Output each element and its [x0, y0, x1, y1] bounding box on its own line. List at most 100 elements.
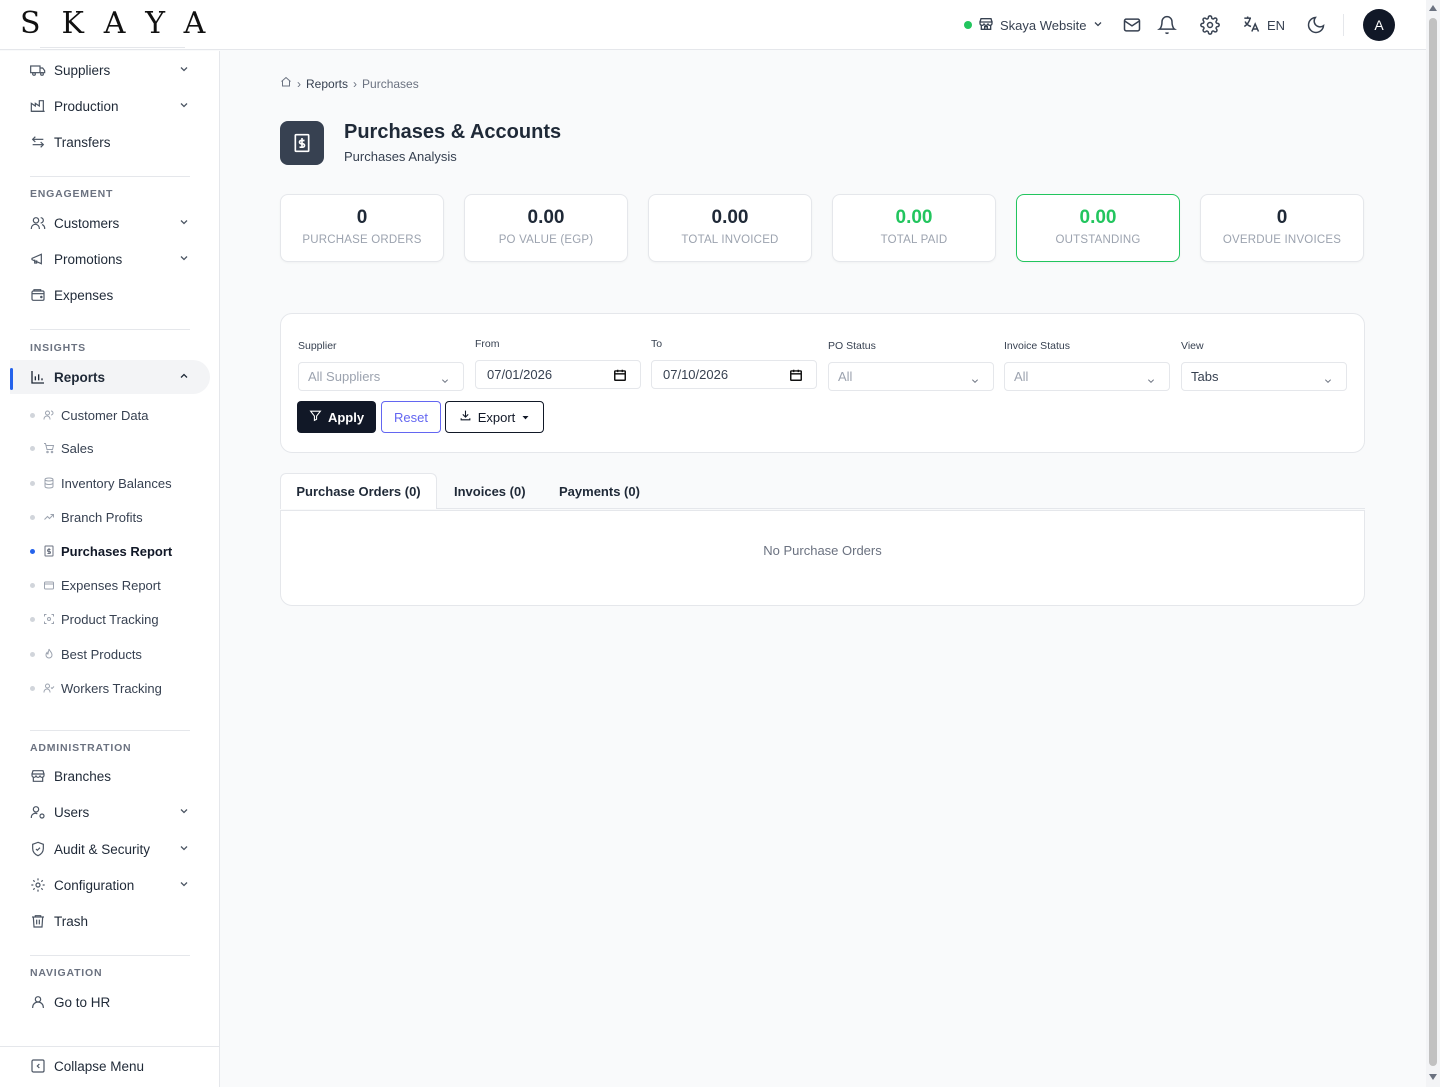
stat-card-total-paid: 0.00 TOTAL PAID [832, 194, 996, 262]
sidebar-item-label: Expenses [54, 287, 114, 303]
collapse-menu-button[interactable]: Collapse Menu [10, 1049, 210, 1083]
store-selector[interactable]: Skaya Website [964, 13, 1104, 37]
sidebar-footer-divider [0, 1046, 219, 1047]
invoice-status-label: Invoice Status [1004, 340, 1070, 352]
avatar[interactable]: A [1363, 9, 1395, 41]
sidebar-subitem-workers-tracking[interactable]: Workers Tracking [30, 677, 162, 699]
bullet [30, 685, 35, 691]
stat-value: 0 [1276, 207, 1288, 228]
bullet [30, 445, 35, 451]
caret-down-icon [521, 410, 530, 425]
sidebar-item-promotions[interactable]: Promotions [10, 242, 210, 276]
sidebar-item-expenses[interactable]: Expenses [10, 278, 210, 312]
bullet [30, 616, 35, 622]
mail-icon[interactable] [1120, 13, 1144, 37]
stat-card-outstanding: 0.00 OUTSTANDING [1016, 194, 1180, 262]
gear-icon[interactable] [1198, 13, 1222, 37]
gear-icon [30, 877, 46, 893]
sidebar-item-trash[interactable]: Trash [10, 904, 210, 938]
to-date-value: 07/10/2026 [663, 367, 729, 382]
sidebar-item-transfers[interactable]: Transfers [10, 125, 210, 159]
po-status-value: All [838, 369, 853, 384]
scroll-down-arrow[interactable] [1429, 1074, 1437, 1080]
po-status-label: PO Status [828, 340, 876, 352]
stat-label: PURCHASE ORDERS [302, 234, 422, 246]
supplier-select[interactable]: All Suppliers [298, 362, 464, 391]
sidebar-subitem-purchases-report[interactable]: Purchases Report [30, 540, 172, 562]
tab-payments[interactable]: Payments (0) [559, 473, 640, 509]
sidebar-item-customers[interactable]: Customers [10, 206, 210, 240]
sidebar-item-reports[interactable]: Reports [10, 360, 210, 394]
breadcrumb-reports[interactable]: Reports [306, 77, 348, 91]
sidebar-item-label: Audit & Security [54, 841, 151, 857]
sidebar-subitem-best-products[interactable]: Best Products [30, 643, 142, 665]
stat-label: TOTAL INVOICED [681, 234, 779, 246]
sidebar-item-suppliers[interactable]: Suppliers [10, 53, 210, 87]
chevron-down-icon [178, 878, 190, 890]
supplier-value: All Suppliers [308, 369, 381, 384]
language-selector[interactable]: EN [1241, 13, 1285, 37]
page-scrollbar[interactable] [1426, 0, 1440, 1087]
language-code: EN [1267, 17, 1286, 33]
sidebar-item-label: Go to HR [54, 994, 111, 1010]
stat-value: 0.00 [895, 207, 933, 228]
subitem-label: Branch Profits [61, 509, 143, 525]
to-date-input[interactable]: 07/10/2026 [651, 360, 817, 389]
sidebar-subitem-inventory-balances[interactable]: Inventory Balances [30, 472, 172, 494]
stat-card-overdue-invoices: 0 OVERDUE INVOICES [1200, 194, 1364, 262]
sidebar-subitem-sales[interactable]: Sales [30, 437, 94, 459]
bell-icon[interactable] [1155, 13, 1179, 37]
cart-icon [43, 442, 55, 454]
chevron-down-icon [178, 63, 190, 75]
trash-icon [30, 913, 46, 929]
invoice-status-select[interactable]: All [1004, 362, 1170, 391]
tab-invoices[interactable]: Invoices (0) [454, 473, 526, 509]
sidebar-item-configuration[interactable]: Configuration [10, 868, 210, 902]
stat-value: 0.00 [711, 207, 749, 228]
view-select[interactable]: Tabs [1181, 362, 1347, 391]
chevron-down-icon [1324, 373, 1332, 384]
stat-label: OUTSTANDING [1055, 234, 1141, 246]
sidebar-divider [30, 329, 190, 330]
export-label: Export [477, 409, 516, 425]
sidebar-item-production[interactable]: Production [10, 89, 210, 123]
tab-purchase-orders[interactable]: Purchase Orders (0) [280, 473, 437, 509]
scroll-thumb[interactable] [1429, 18, 1437, 1066]
home-icon[interactable] [280, 76, 292, 91]
apply-button[interactable]: Apply [297, 401, 376, 433]
bullet [30, 480, 35, 486]
subitem-label: Customer Data [61, 407, 149, 423]
moon-icon[interactable] [1304, 13, 1328, 37]
sidebar-item-go-to-hr[interactable]: Go to HR [10, 985, 210, 1019]
calendar-icon[interactable] [613, 368, 627, 382]
sidebar-item-branches[interactable]: Branches [10, 759, 210, 793]
sidebar-item-users[interactable]: Users [10, 795, 210, 829]
shield-icon [30, 841, 46, 857]
from-date-input[interactable]: 07/01/2026 [475, 360, 641, 389]
sidebar-item-audit-security[interactable]: Audit & Security [10, 832, 210, 866]
sidebar-subitem-branch-profits[interactable]: Branch Profits [30, 506, 143, 528]
calendar-icon[interactable] [789, 368, 803, 382]
chevron-down-icon [178, 842, 190, 854]
sidebar-subitem-product-tracking[interactable]: Product Tracking [30, 608, 159, 630]
view-label: View [1181, 340, 1204, 352]
brand-logo[interactable]: SKAYA [20, 6, 226, 41]
sidebar-subitem-customer-data[interactable]: Customer Data [30, 404, 148, 426]
po-status-select[interactable]: All [828, 362, 994, 391]
sidebar-item-label: Configuration [54, 877, 135, 893]
scroll-up-arrow[interactable] [1429, 5, 1437, 11]
logo-divider [40, 47, 185, 48]
export-button[interactable]: Export [445, 401, 544, 433]
sidebar-item-label: Promotions [54, 251, 123, 267]
sidebar-subitem-expenses-report[interactable]: Expenses Report [30, 574, 161, 596]
trending-up-icon [43, 511, 55, 523]
active-indicator [10, 368, 13, 390]
arrows-transfer-icon [30, 134, 46, 150]
reset-button[interactable]: Reset [381, 401, 441, 433]
user-cog-icon [30, 804, 46, 820]
invoice-status-value: All [1014, 369, 1029, 384]
filter-panel: Supplier All Suppliers From 07/01/2026 T… [280, 313, 1365, 453]
receipt-icon [43, 545, 55, 557]
to-label: To [651, 338, 663, 350]
bullet [30, 651, 35, 657]
